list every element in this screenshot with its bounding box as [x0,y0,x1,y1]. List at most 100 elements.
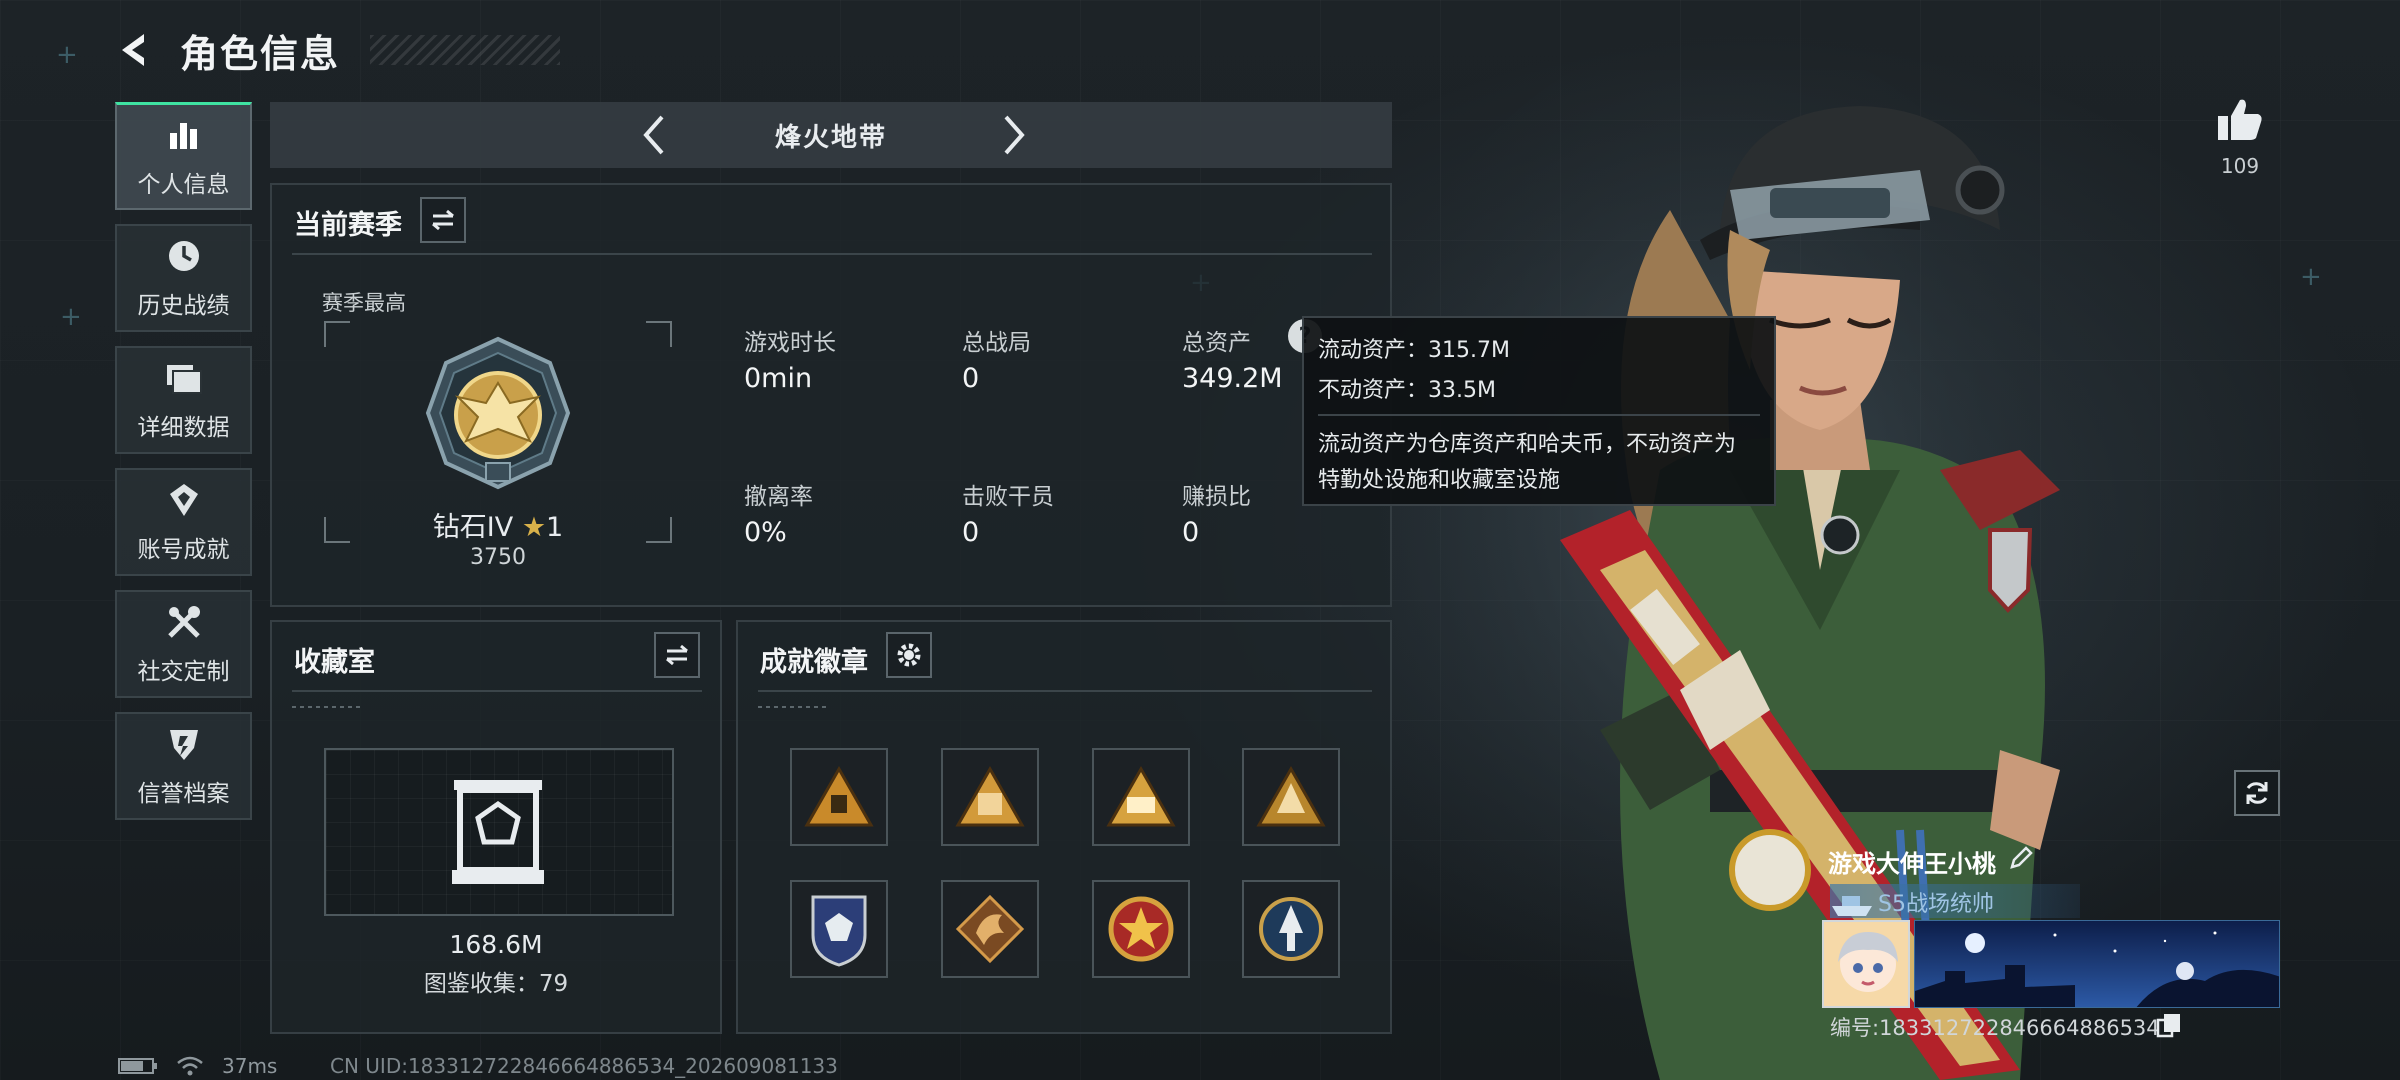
achievement-badge[interactable] [790,748,888,846]
trophy-icon [164,480,204,520]
stat-assets-label: 总资产 [1182,330,1251,356]
ship-icon [1832,896,1872,916]
player-id: 编号:1833127228466648865​34 [1830,1016,2160,1040]
pyramid-badge-icon [804,765,874,827]
dragon-badge-icon [955,894,1025,964]
divider [292,253,1372,255]
arrow-badge-icon [1259,897,1323,961]
decor-plus-icon: + [2300,262,2322,292]
diamond-rank-emblem [425,336,571,490]
nav-label: 账号成就 [137,537,230,563]
achievement-badge[interactable] [1242,880,1340,978]
achievement-badge[interactable] [1092,748,1190,846]
rank-name: 钻石IV [432,512,514,543]
star-icon: ★ [521,512,547,543]
collection-count: 图鉴收集：79 [423,971,569,997]
divider [292,690,702,692]
stat-playtime-value: 0min [744,363,813,394]
switch-season-button[interactable] [420,197,466,243]
name-card-image [1915,921,2279,1007]
tooltip-fixed-assets: 不动资产：33.5M [1318,378,1496,403]
stat-assets-value: 349.2M [1182,363,1283,394]
like-count: 109 [2220,154,2260,178]
achievement-badge[interactable] [941,748,1039,846]
season-best-label: 赛季最高 [322,291,406,315]
gear-icon [897,643,921,667]
tooltip-desc-line2: 特勤处设施和收藏室设施 [1318,468,1561,493]
mode-selector: 烽火地带 [270,102,1392,168]
assets-tooltip: 流动资产：315.7M 不动资产：33.5M 流动资产为仓库资产和哈夫币，不动资… [1302,316,1776,506]
wifi-icon [177,1056,203,1076]
avatar-image [1824,922,1908,1006]
shield-icon [164,724,204,764]
header: 角色信息 [110,22,561,78]
mode-title: 烽火地带 [774,122,887,153]
stat-kills-value: 0 [962,517,980,548]
divider [758,690,1372,692]
nav-label: 社交定制 [137,659,230,685]
next-mode-button[interactable] [990,110,1040,160]
collection-title: 收藏室 [294,647,375,678]
collection-panel[interactable]: 收藏室 168.6M 图鉴收集：79 [270,620,722,1034]
pyramid-badge-icon [1256,765,1326,827]
stat-playtime-label: 游戏时长 [744,330,836,356]
clock-icon [164,236,204,276]
vault-icon [452,780,544,884]
name-card-banner[interactable] [1914,920,2280,1008]
stat-matches-label: 总战局 [962,330,1031,356]
achievement-badge[interactable] [941,880,1039,978]
ping-text: 37ms [222,1054,278,1078]
nav-item-personal-info[interactable]: 个人信息 [115,102,252,210]
achievement-badge[interactable] [1092,880,1190,978]
achievement-title: 成就徽章 [760,647,868,678]
nav-item-achievements[interactable]: 账号成就 [115,468,252,576]
page-title: 角色信息 [180,31,341,76]
like-widget[interactable]: 109 [2210,96,2270,178]
avatar[interactable] [1822,920,1910,1008]
nav-item-history[interactable]: 历史战绩 [115,224,252,332]
nav-item-reputation[interactable]: 信誉档案 [115,712,252,820]
decor-plus-icon: + [60,302,82,332]
switch-collection-button[interactable] [654,632,700,678]
achievement-badge[interactable] [790,880,888,978]
season-panel: 当前赛季 赛季最高 钻石IV ★1 3750 游戏时长 0min 总战局 0 总… [270,183,1392,607]
swap-icon [432,209,454,231]
title-decoration [370,35,561,65]
battery-icon [118,1058,157,1074]
star-badge-icon [1108,896,1174,962]
refresh-icon [2246,782,2268,804]
chevron-right-icon [1004,115,1025,155]
nav-item-detail-data[interactable]: 详细数据 [115,346,252,454]
back-arrow-icon [122,34,144,66]
achievement-panel: 成就徽章 [736,620,1392,1034]
tools-icon [164,602,204,642]
rank-score: 3750 [470,545,526,570]
bar-chart-icon [164,115,204,155]
player-name: 游戏大伸王小桃 [1828,850,1996,878]
pyramid-badge-icon [1106,765,1176,827]
stat-matches-value: 0 [962,363,980,394]
decor-dotline [758,706,828,708]
edit-icon[interactable] [2006,843,2036,873]
pyramid-badge-icon [955,765,1025,827]
collection-value: 168.6M [449,930,543,959]
tooltip-liquid-assets: 流动资产：315.7M [1318,338,1510,363]
rank-name-row: 钻石IV ★1 [324,505,672,544]
decor-plus-icon: + [56,40,78,70]
nav-item-social[interactable]: 社交定制 [115,590,252,698]
stat-extract-value: 0% [744,517,787,548]
copy-icon[interactable] [2156,1012,2182,1038]
season-title: 当前赛季 [294,210,402,241]
thumbs-up-icon [2218,99,2262,140]
stat-kills-label: 击败干员 [962,484,1054,510]
prev-mode-button[interactable] [628,110,678,160]
stat-extract-label: 撤离率 [744,484,813,510]
nav-label: 信誉档案 [137,781,230,807]
nav-label: 历史战绩 [137,293,230,319]
swap-icon [666,644,688,666]
back-button[interactable] [110,26,158,74]
refresh-appearance-button[interactable] [2234,770,2280,816]
badge-settings-button[interactable] [886,632,932,678]
achievement-badge[interactable] [1242,748,1340,846]
nav-label: 个人信息 [137,171,230,198]
